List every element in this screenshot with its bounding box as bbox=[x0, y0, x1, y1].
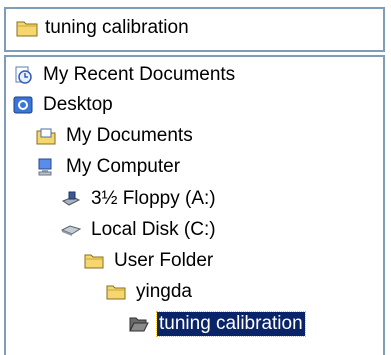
my-computer-icon bbox=[36, 157, 56, 177]
my-documents-icon bbox=[36, 126, 56, 146]
tree-item-label: My Documents bbox=[66, 125, 193, 146]
tree-item-my-documents[interactable]: My Documents bbox=[36, 120, 195, 152]
desktop-icon bbox=[13, 95, 33, 115]
open-folder-icon bbox=[129, 314, 149, 334]
tree-item-label: User Folder bbox=[114, 250, 214, 271]
tree-item-label: yingda bbox=[136, 281, 192, 302]
tree-item-local-disk-c[interactable]: Local Disk (C:) bbox=[60, 214, 218, 246]
tree-item-label: My Computer bbox=[66, 156, 181, 177]
look-in-dropdown-list: My Recent Documents Desktop My Documents bbox=[4, 55, 385, 355]
tree-item-desktop[interactable]: Desktop bbox=[13, 89, 115, 121]
look-in-combobox[interactable]: tuning calibration bbox=[4, 7, 385, 52]
tree-item-tuning-calibration[interactable]: tuning calibration bbox=[129, 308, 306, 340]
tree-item-floppy-a[interactable]: 3½ Floppy (A:) bbox=[61, 183, 218, 215]
tree-item-yingda[interactable]: yingda bbox=[106, 276, 194, 308]
tree-item-my-computer[interactable]: My Computer bbox=[36, 151, 182, 183]
tree-item-user-folder[interactable]: User Folder bbox=[84, 245, 215, 277]
recent-documents-icon bbox=[13, 65, 33, 85]
look-in-value: tuning calibration bbox=[45, 17, 189, 38]
folder-icon bbox=[84, 251, 104, 271]
folder-icon bbox=[16, 19, 38, 37]
floppy-drive-icon bbox=[61, 189, 81, 209]
tree-item-label: 3½ Floppy (A:) bbox=[91, 188, 216, 209]
tree-item-label: My Recent Documents bbox=[43, 64, 236, 85]
folder-icon bbox=[106, 282, 126, 302]
tree-item-my-recent-documents[interactable]: My Recent Documents bbox=[13, 59, 237, 91]
tree-item-label: Local Disk (C:) bbox=[91, 219, 216, 240]
tree-item-label: Desktop bbox=[43, 94, 113, 115]
tree-item-label: tuning calibration bbox=[156, 311, 306, 337]
hard-disk-icon bbox=[60, 220, 82, 240]
